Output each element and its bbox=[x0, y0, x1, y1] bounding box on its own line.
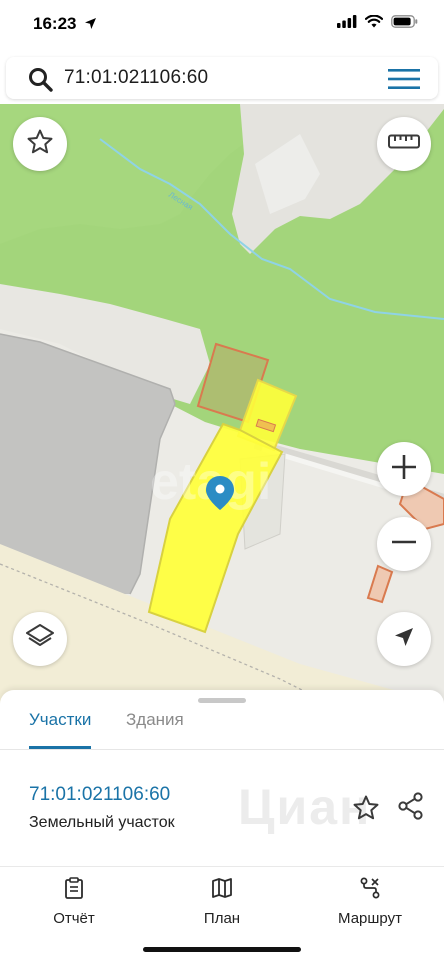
zoom-out-button[interactable] bbox=[377, 517, 431, 571]
plus-icon bbox=[389, 452, 419, 487]
clipboard-icon bbox=[64, 877, 84, 903]
bottom-nav: Отчёт План Маршрут bbox=[0, 866, 444, 961]
share-icon[interactable] bbox=[398, 792, 424, 825]
zoom-in-button[interactable] bbox=[377, 442, 431, 496]
nav-plan-label: План bbox=[203, 910, 241, 927]
menu-icon[interactable] bbox=[388, 69, 420, 94]
parcel-list-item[interactable]: Циан 71:01:021106:60 Земельный участок bbox=[0, 760, 444, 866]
minus-icon bbox=[389, 527, 419, 562]
sheet-tabs: Участки Здания bbox=[0, 710, 444, 750]
route-icon bbox=[359, 877, 381, 903]
nav-report-label: Отчёт bbox=[53, 910, 95, 927]
map-view[interactable]: Лесная etagi bbox=[0, 104, 444, 704]
nav-plan[interactable]: План bbox=[167, 877, 277, 927]
location-arrow-icon bbox=[84, 15, 97, 35]
nav-report[interactable]: Отчёт bbox=[19, 877, 129, 927]
favorite-star-icon[interactable] bbox=[352, 794, 380, 827]
ruler-button[interactable] bbox=[377, 117, 431, 171]
navigation-arrow-icon bbox=[393, 626, 415, 653]
parcel-number[interactable]: 71:01:021106:60 bbox=[29, 784, 170, 806]
sheet-grabber[interactable] bbox=[198, 698, 246, 703]
time-text: 16:23 bbox=[33, 14, 77, 33]
search-icon[interactable] bbox=[28, 67, 53, 97]
status-bar: 16:23 bbox=[0, 0, 444, 50]
bottom-sheet[interactable]: Участки Здания Циан 71:01:021106:60 Земе… bbox=[0, 690, 444, 870]
tab-buildings[interactable]: Здания bbox=[126, 710, 184, 748]
search-input[interactable]: 71:01:021106:60 bbox=[64, 67, 208, 89]
home-indicator bbox=[143, 947, 301, 952]
status-time: 16:23 bbox=[33, 14, 97, 35]
battery-icon bbox=[391, 15, 418, 33]
ruler-icon bbox=[388, 134, 420, 155]
parcel-type: Земельный участок bbox=[29, 814, 175, 831]
map-icon bbox=[211, 878, 233, 903]
cellular-signal-icon bbox=[337, 15, 357, 33]
map-canvas[interactable]: Лесная etagi bbox=[0, 104, 444, 704]
wifi-icon bbox=[364, 14, 384, 33]
layers-icon bbox=[24, 622, 56, 657]
my-location-button[interactable] bbox=[377, 612, 431, 666]
favorite-button[interactable] bbox=[13, 117, 67, 171]
search-bar[interactable]: 71:01:021106:60 bbox=[6, 57, 438, 99]
tab-parcels[interactable]: Участки bbox=[29, 710, 92, 749]
nav-route-label: Маршрут bbox=[338, 910, 402, 927]
status-icons bbox=[337, 14, 418, 33]
star-outline-icon bbox=[26, 128, 54, 161]
layers-button[interactable] bbox=[13, 612, 67, 666]
nav-route[interactable]: Маршрут bbox=[315, 877, 425, 927]
